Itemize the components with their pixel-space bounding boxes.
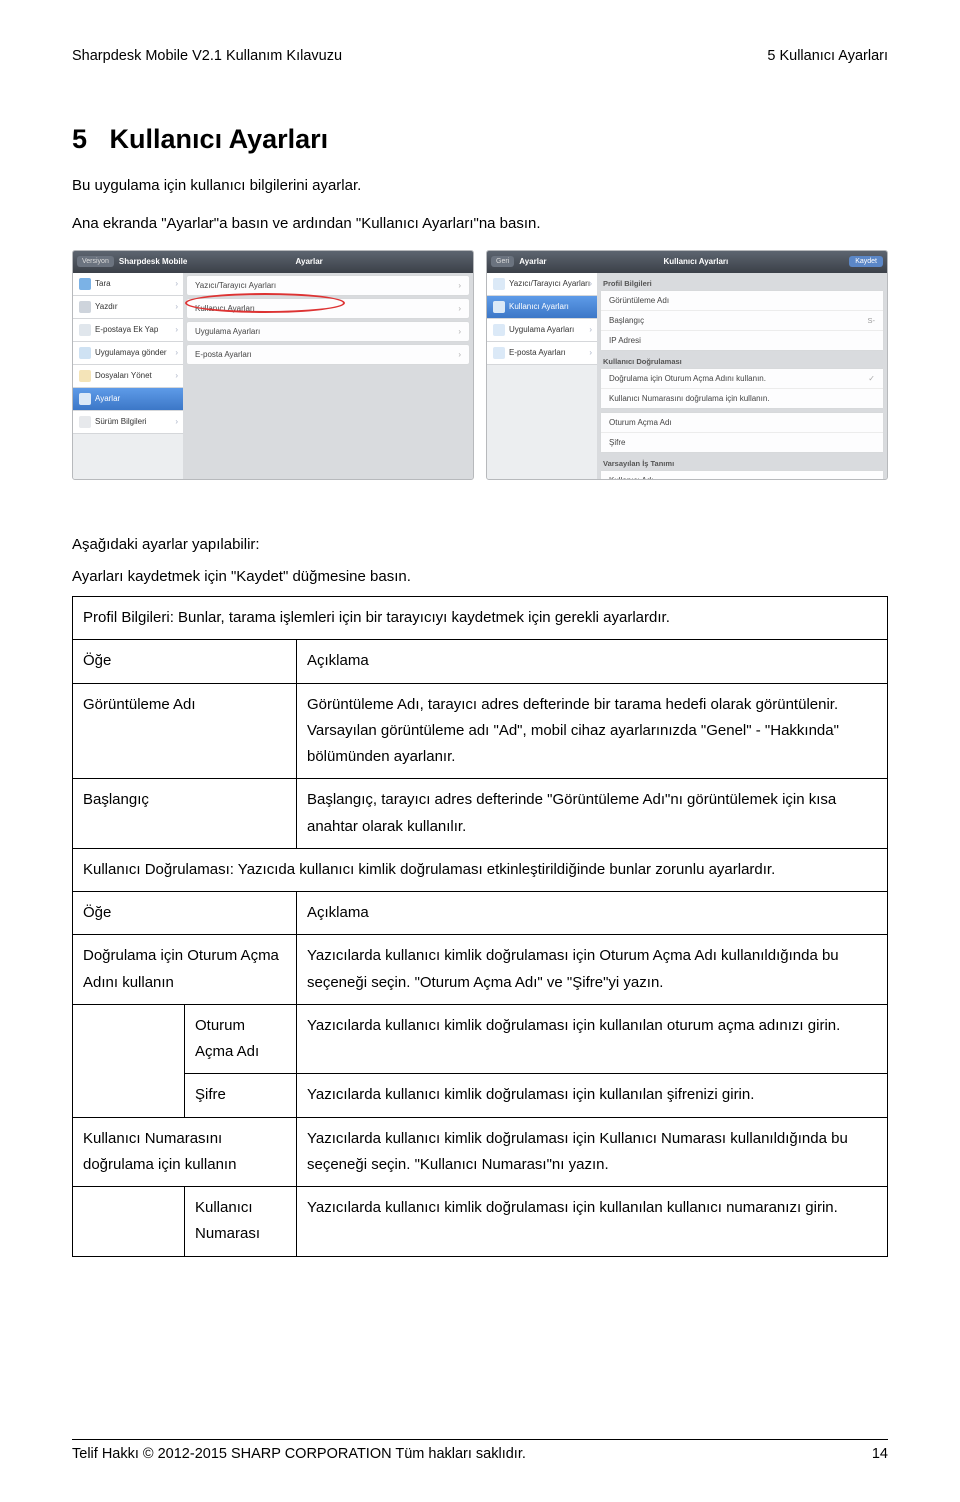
table-hdr-desc-2: Açıklama: [297, 892, 888, 935]
cell-usernum-desc: Yazıcılarda kullanıcı kimlik doğrulaması…: [297, 1187, 888, 1257]
cell-usernum: Kullanıcı Numarası: [185, 1187, 297, 1257]
page-header: Sharpdesk Mobile V2.1 Kullanım Kılavuzu …: [72, 48, 888, 64]
sidebar-item-send[interactable]: Uygulamaya gönder›: [73, 342, 183, 365]
sidebar-item-scan[interactable]: Tara›: [73, 273, 183, 296]
section-header-profile: Profil Bilgileri: [600, 275, 884, 290]
sidebar-right: Yazıcı/Tarayıcı Ayarları› Kullanıcı Ayar…: [487, 273, 597, 479]
row-login-name[interactable]: Oturum Açma Adı: [601, 413, 883, 433]
page-title: Ayarlar: [187, 257, 431, 266]
header-left: Sharpdesk Mobile V2.1 Kullanım Kılavuzu: [72, 48, 342, 64]
section-heading: 5 Kullanıcı Ayarları: [72, 124, 888, 155]
sidebar-item-version[interactable]: Sürüm Bilgileri›: [73, 411, 183, 434]
row-initial[interactable]: BaşlangıçS-: [601, 311, 883, 331]
cell-login-name-desc: Yazıcılarda kullanıcı kimlik doğrulaması…: [297, 1004, 888, 1074]
sidebar-item-files[interactable]: Dosyaları Yönet›: [73, 365, 183, 388]
sidebar-item-print[interactable]: Yazdır›: [73, 296, 183, 319]
section-number: 5: [72, 124, 87, 154]
back-title: Ayarlar: [519, 257, 546, 266]
version-button[interactable]: Versiyon: [77, 256, 114, 267]
cell-initial: Başlangıç: [73, 779, 297, 849]
cell-auth-usernum: Kullanıcı Numarasını doğrulama için kull…: [73, 1117, 297, 1187]
table-hdr-item-2: Öğe: [73, 892, 297, 935]
titlebar-left: Versiyon Sharpdesk Mobile Ayarlar: [73, 251, 473, 273]
below-line-2: Ayarları kaydetmek için "Kaydet" düğmesi…: [72, 564, 888, 590]
save-button[interactable]: Kaydet: [849, 256, 883, 267]
row-display-name[interactable]: Görüntüleme Adı: [601, 291, 883, 311]
row-password[interactable]: Şifre: [601, 433, 883, 452]
cell-initial-desc: Başlangıç, tarayıcı adres defterinde "Gö…: [297, 779, 888, 849]
table-section-profile: Profil Bilgileri: Bunlar, tarama işlemle…: [73, 597, 888, 640]
row-app-settings[interactable]: Uygulama Ayarları›: [186, 321, 470, 342]
row-auth-login[interactable]: Doğrulama için Oturum Açma Adını kullanı…: [601, 369, 883, 389]
cell-auth-usernum-desc: Yazıcılarda kullanıcı kimlik doğrulaması…: [297, 1117, 888, 1187]
row-user-settings[interactable]: Kullanıcı Ayarları›: [186, 298, 470, 319]
sidebar-item-email[interactable]: E-posta Ayarları›: [487, 342, 597, 365]
cell-display-name-desc: Görüntüleme Adı, tarayıcı adres defterin…: [297, 683, 888, 779]
settings-form: Profil Bilgileri Görüntüleme Adı Başlang…: [597, 273, 887, 479]
cell-spacer: [73, 1004, 185, 1117]
sidebar-left: Tara› Yazdır› E-postaya Ek Yap› Uygulama…: [73, 273, 183, 479]
titlebar-right: Geri Ayarlar Kullanıcı Ayarları Kaydet: [487, 251, 887, 273]
row-auth-usernum[interactable]: Kullanıcı Numarasını doğrulama için kull…: [601, 389, 883, 408]
table-hdr-item: Öğe: [73, 640, 297, 683]
intro-line-2: Ana ekranda "Ayarlar"a basın ve ardından…: [72, 211, 888, 237]
table-hdr-desc: Açıklama: [297, 640, 888, 683]
sidebar-item-app[interactable]: Uygulama Ayarları›: [487, 319, 597, 342]
page-footer: Telif Hakkı © 2012-2015 SHARP CORPORATIO…: [72, 1439, 888, 1462]
cell-display-name: Görüntüleme Adı: [73, 683, 297, 779]
back-button[interactable]: Geri: [491, 256, 514, 267]
settings-table: Profil Bilgileri: Bunlar, tarama işlemle…: [72, 596, 888, 1257]
sidebar-item-printer[interactable]: Yazıcı/Tarayıcı Ayarları›: [487, 273, 597, 296]
settings-list: Yazıcı/Tarayıcı Ayarları› Kullanıcı Ayar…: [183, 273, 473, 479]
row-username[interactable]: Kullanıcı Adı: [601, 471, 883, 479]
sidebar-item-user[interactable]: Kullanıcı Ayarları: [487, 296, 597, 319]
cell-password: Şifre: [185, 1074, 297, 1117]
screenshot-left: Versiyon Sharpdesk Mobile Ayarlar Tara› …: [72, 250, 474, 480]
section-header-job: Varsayılan İş Tanımı: [600, 455, 884, 470]
table-section-auth: Kullanıcı Doğrulaması: Yazıcıda kullanıc…: [73, 848, 888, 891]
cell-login-name: Oturum Açma Adı: [185, 1004, 297, 1074]
footer-page-number: 14: [872, 1446, 888, 1462]
section-title-text: Kullanıcı Ayarları: [110, 124, 329, 154]
row-ip[interactable]: IP Adresi: [601, 331, 883, 350]
cell-auth-login-desc: Yazıcılarda kullanıcı kimlik doğrulaması…: [297, 935, 888, 1005]
cell-auth-login: Doğrulama için Oturum Açma Adını kullanı…: [73, 935, 297, 1005]
sidebar-item-email[interactable]: E-postaya Ek Yap›: [73, 319, 183, 342]
content-below: Aşağıdaki ayarlar yapılabilir: Ayarları …: [72, 532, 888, 1257]
cell-spacer-2: [73, 1187, 185, 1257]
sidebar-item-settings[interactable]: Ayarlar: [73, 388, 183, 411]
row-printer-scanner[interactable]: Yazıcı/Tarayıcı Ayarları›: [186, 275, 470, 296]
page-title: Kullanıcı Ayarları: [547, 257, 846, 266]
app-title: Sharpdesk Mobile: [119, 257, 187, 266]
section-header-auth: Kullanıcı Doğrulaması: [600, 353, 884, 368]
footer-copyright: Telif Hakkı © 2012-2015 SHARP CORPORATIO…: [72, 1446, 526, 1462]
screenshot-right: Geri Ayarlar Kullanıcı Ayarları Kaydet Y…: [486, 250, 888, 480]
row-email-settings[interactable]: E-posta Ayarları›: [186, 344, 470, 365]
cell-password-desc: Yazıcılarda kullanıcı kimlik doğrulaması…: [297, 1074, 888, 1117]
header-right: 5 Kullanıcı Ayarları: [767, 48, 888, 64]
below-line-1: Aşağıdaki ayarlar yapılabilir:: [72, 532, 888, 558]
intro-line-1: Bu uygulama için kullanıcı bilgilerini a…: [72, 173, 888, 199]
screenshot-row: Versiyon Sharpdesk Mobile Ayarlar Tara› …: [72, 250, 888, 480]
